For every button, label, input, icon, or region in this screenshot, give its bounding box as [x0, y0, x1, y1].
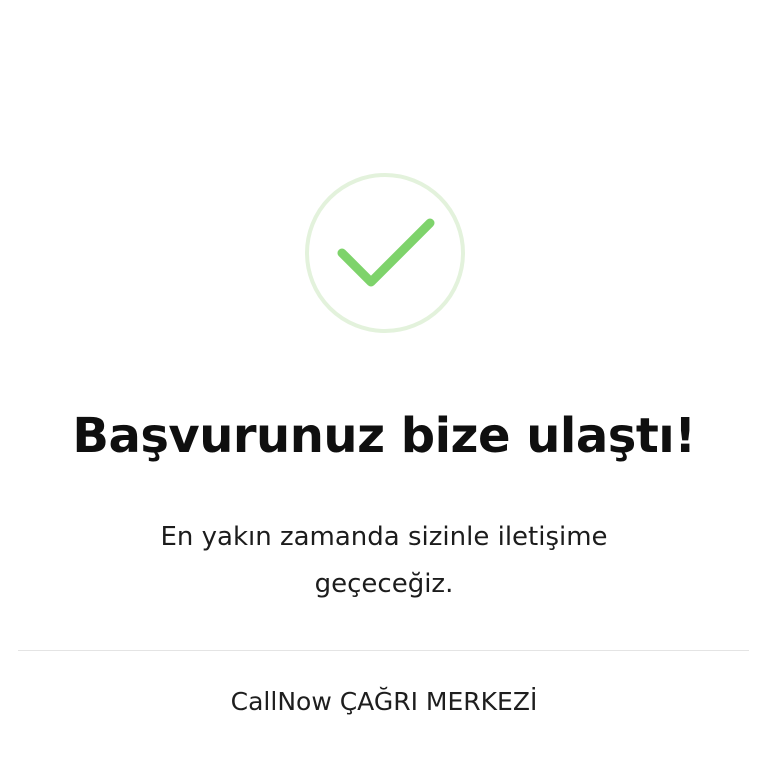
divider	[18, 650, 749, 651]
call-center-link[interactable]: CallNow ÇAĞRI MERKEZİ	[0, 680, 768, 724]
page-title: Başvurunuz bize ulaştı!	[72, 408, 696, 464]
checkmark	[337, 218, 435, 287]
success-check-icon	[304, 172, 466, 334]
confirmation-message: En yakın zamanda sizinle iletişime geçec…	[160, 522, 608, 599]
success-ring	[305, 173, 465, 333]
